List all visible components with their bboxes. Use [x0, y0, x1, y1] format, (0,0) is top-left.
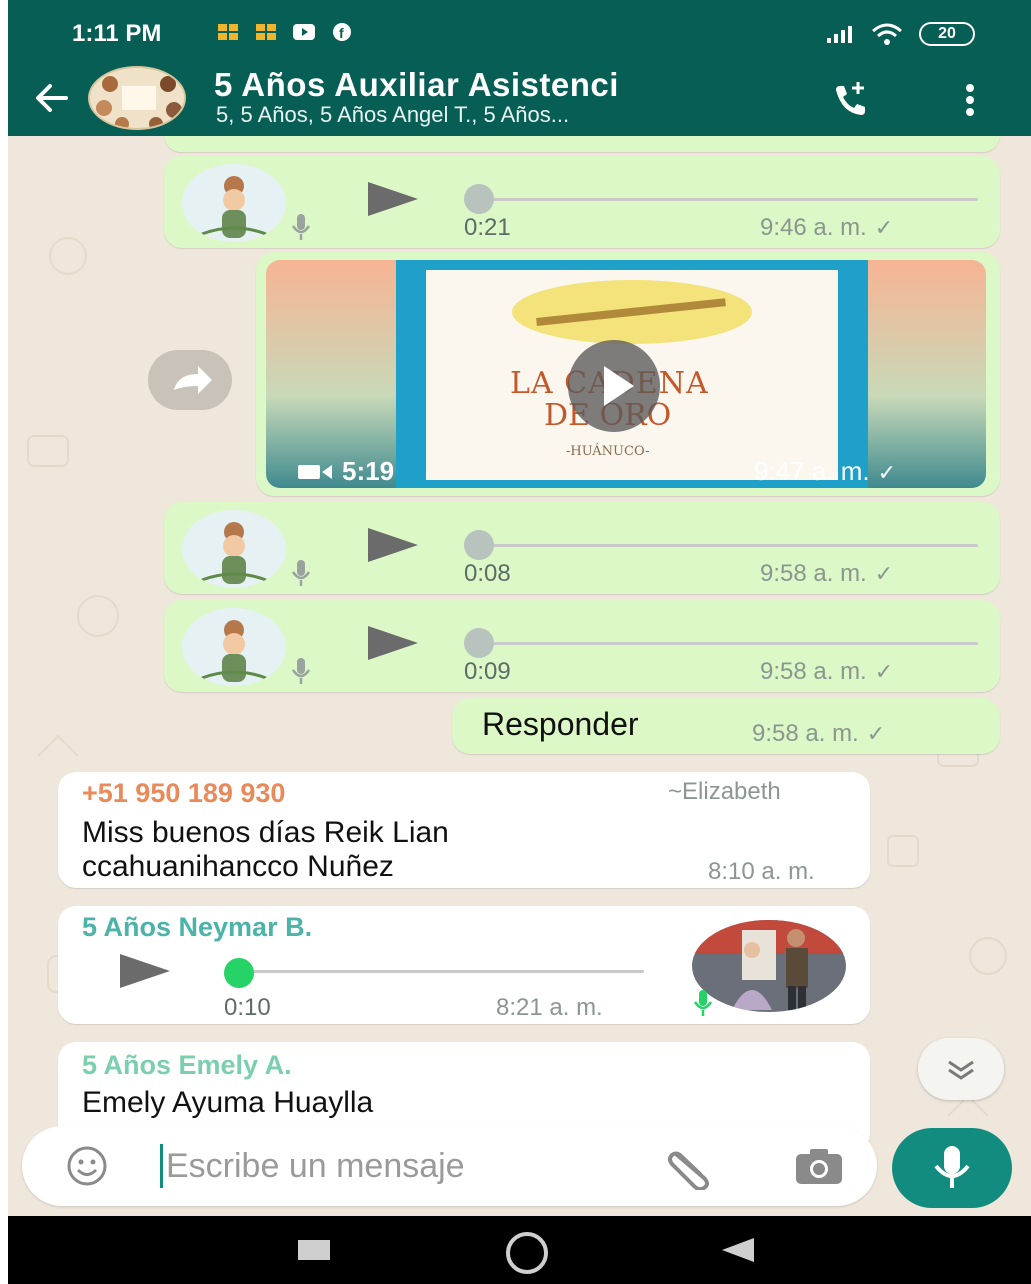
forward-icon — [174, 366, 212, 394]
double-chevron-down-icon — [948, 1060, 974, 1080]
chat-header: 5 Años Auxiliar Asistenci 5, 5 Años, 5 A… — [8, 62, 1031, 136]
sender-name: ~Elizabeth — [668, 778, 781, 805]
audio-progress-handle[interactable] — [464, 184, 494, 214]
forward-button[interactable] — [148, 350, 232, 410]
audio-duration: 0:08 — [464, 560, 511, 587]
sender-avatar[interactable] — [182, 164, 286, 242]
mic-icon — [291, 560, 311, 586]
message-time: 9:58 a. m. ✓ — [760, 658, 893, 686]
sender-avatar[interactable] — [182, 608, 286, 686]
audio-progress-handle[interactable] — [224, 958, 254, 988]
video-thumbnail[interactable]: LA CADENA DE ORO -HUÁNUCO- 5:19 9:47 a. … — [266, 260, 986, 488]
video-camera-icon — [298, 464, 332, 479]
sender-name[interactable]: 5 Años Neymar B. — [82, 912, 312, 943]
message-time: 8:10 a. m. — [708, 858, 815, 885]
scroll-to-bottom-button[interactable] — [918, 1038, 1004, 1100]
video-duration-text: 5:19 — [342, 456, 395, 486]
audio-progress-track[interactable] — [464, 198, 978, 201]
sent-check-icon: ✓ — [866, 721, 886, 746]
message-time: 9:58 a. m. ✓ — [752, 720, 885, 748]
emoji-icon[interactable] — [66, 1145, 108, 1187]
system-navigation-bar — [8, 1216, 1031, 1284]
audio-duration: 0:21 — [464, 214, 511, 241]
sent-check-icon: ✓ — [877, 460, 897, 485]
sender-name[interactable]: 5 Años Emely A. — [82, 1050, 292, 1081]
sender-avatar[interactable] — [182, 510, 286, 588]
sent-check-icon: ✓ — [874, 561, 894, 586]
home-button[interactable] — [506, 1232, 548, 1274]
message-text: Emely Ayuma Huaylla — [82, 1086, 374, 1119]
video-play-button[interactable] — [568, 340, 660, 432]
message-time: 8:21 a. m. — [496, 994, 603, 1021]
incoming-text-message[interactable]: +51 950 189 930 ~Elizabeth Miss buenos d… — [58, 772, 870, 888]
recent-apps-button[interactable] — [298, 1240, 330, 1260]
audio-duration: 0:10 — [224, 994, 271, 1021]
message-text: Responder — [482, 706, 639, 742]
text-message[interactable]: Responder 9:58 a. m. ✓ — [452, 698, 1000, 754]
message-input[interactable] — [166, 1140, 636, 1192]
group-participants[interactable]: 5, 5 Años, 5 Años Angel T., 5 Años... — [216, 102, 569, 128]
play-button[interactable] — [120, 954, 170, 988]
system-back-button[interactable] — [722, 1238, 754, 1262]
video-duration: 5:19 — [298, 456, 394, 487]
app-notification-icon — [218, 24, 238, 40]
svg-text:f: f — [339, 25, 344, 41]
sent-check-icon: ✓ — [874, 659, 894, 684]
voice-record-button[interactable] — [892, 1128, 1012, 1208]
sent-check-icon: ✓ — [874, 215, 894, 240]
signal-icon — [827, 26, 852, 43]
voice-message[interactable]: 0:09 9:58 a. m. ✓ — [164, 600, 1000, 692]
app-notification-icon — [256, 24, 276, 40]
more-options-icon[interactable] — [960, 80, 980, 120]
phone-screen: 1:11 PM f 20 5 Años Auxiliar Asistenci 5… — [8, 0, 1031, 1284]
status-time: 1:11 PM — [72, 20, 162, 47]
message-time: 9:46 a. m. ✓ — [760, 214, 893, 242]
message-time-text: 9:58 a. m. — [760, 560, 867, 587]
incoming-voice-message[interactable]: 5 Años Neymar B. 0:10 8:21 a. m. — [58, 906, 870, 1024]
mic-icon — [693, 990, 713, 1016]
audio-duration: 0:09 — [464, 658, 511, 685]
back-arrow-icon[interactable] — [30, 76, 74, 120]
youtube-icon — [293, 24, 315, 40]
message-time-text: 9:58 a. m. — [752, 720, 859, 747]
wifi-icon — [872, 23, 902, 45]
sender-phone[interactable]: +51 950 189 930 — [82, 778, 285, 809]
group-title[interactable]: 5 Años Auxiliar Asistenci — [214, 66, 619, 104]
message-bubble-partial[interactable] — [164, 136, 1000, 152]
chat-area[interactable]: 0:21 9:46 a. m. ✓ LA CADENA DE ORO -HUÁNU… — [8, 136, 1031, 1216]
audio-progress-track[interactable] — [464, 544, 978, 547]
text-cursor — [160, 1144, 163, 1188]
play-button[interactable] — [368, 626, 418, 660]
message-time-text: 9:58 a. m. — [760, 658, 867, 685]
status-right: 20 — [825, 22, 975, 46]
sender-avatar[interactable] — [692, 920, 846, 1012]
group-avatar[interactable] — [88, 66, 186, 130]
play-button[interactable] — [368, 182, 418, 216]
battery-indicator: 20 — [919, 22, 975, 46]
video-message[interactable]: LA CADENA DE ORO -HUÁNUCO- 5:19 9:47 a. … — [256, 252, 1000, 496]
audio-progress-track[interactable] — [232, 970, 644, 973]
message-input-bar — [22, 1126, 877, 1206]
mic-icon — [934, 1146, 970, 1188]
voice-message[interactable]: 0:08 9:58 a. m. ✓ — [164, 502, 1000, 594]
message-time: 9:47 a. m. ✓ — [754, 456, 896, 487]
book-place: -HUÁNUCO- — [566, 444, 650, 459]
attach-icon[interactable] — [662, 1144, 718, 1190]
audio-progress-handle[interactable] — [464, 530, 494, 560]
message-time-text: 9:47 a. m. — [754, 456, 870, 486]
mic-icon — [291, 658, 311, 684]
audio-progress-handle[interactable] — [464, 628, 494, 658]
facebook-icon: f — [333, 23, 351, 41]
play-button[interactable] — [368, 528, 418, 562]
add-call-icon[interactable] — [828, 78, 872, 122]
status-bar: 1:11 PM f 20 — [8, 0, 1031, 62]
voice-message[interactable]: 0:21 9:46 a. m. ✓ — [164, 156, 1000, 248]
message-time: 9:58 a. m. ✓ — [760, 560, 893, 588]
notification-icons: f — [216, 22, 354, 42]
audio-progress-track[interactable] — [464, 642, 978, 645]
message-time-text: 9:46 a. m. — [760, 214, 867, 241]
message-text: Miss buenos días Reik Lian ccahuanihancc… — [82, 816, 449, 883]
camera-icon[interactable] — [794, 1146, 844, 1186]
mic-icon — [291, 214, 311, 240]
